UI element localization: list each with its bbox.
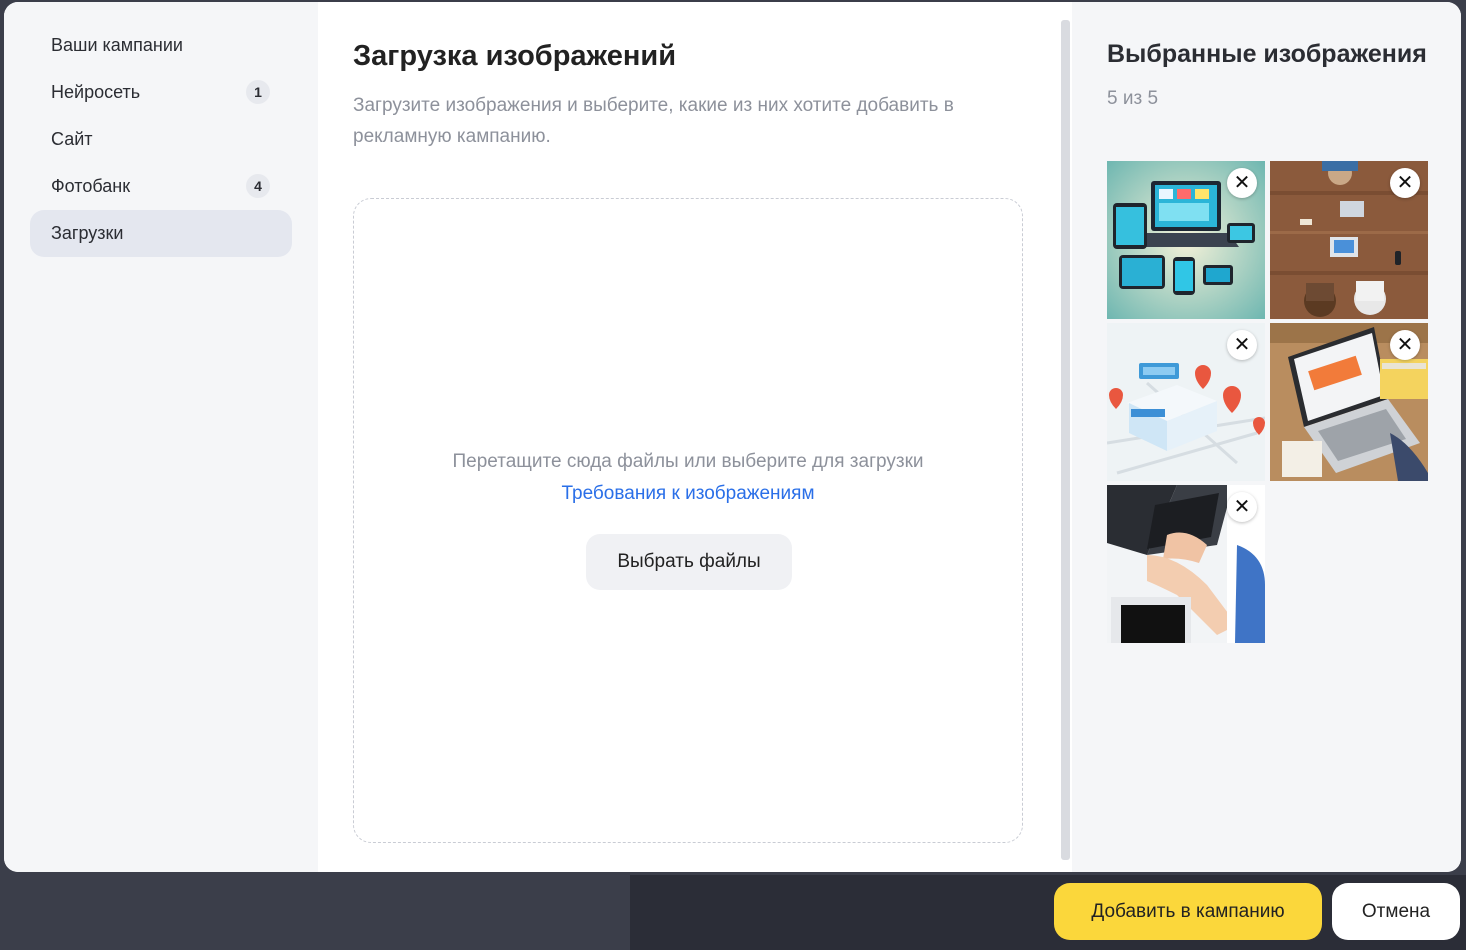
sidebar-item-label: Нейросеть bbox=[51, 82, 141, 102]
sidebar-item-campaigns[interactable]: Ваши кампании bbox=[30, 22, 292, 69]
requirements-link[interactable]: Требования к изображениям bbox=[354, 483, 1022, 505]
sidebar-item-neural[interactable]: Нейросеть 1 bbox=[30, 69, 292, 116]
sidebar-item-label: Сайт bbox=[51, 129, 93, 149]
close-icon: ✕ bbox=[1233, 172, 1251, 194]
sidebar-item-label: Загрузки bbox=[51, 223, 124, 243]
count-badge: 4 bbox=[246, 174, 270, 198]
remove-image-button[interactable]: ✕ bbox=[1227, 492, 1257, 522]
selected-images-panel: Выбранные изображения 5 из 5 ✕ ✕ ✕ ✕ ✕ bbox=[1072, 2, 1461, 872]
sidebar-item-photobank[interactable]: Фотобанк 4 bbox=[30, 163, 292, 210]
selected-image-devices[interactable]: ✕ bbox=[1107, 161, 1265, 319]
upload-panel: Загрузка изображений Загрузите изображен… bbox=[318, 2, 1070, 872]
dropzone-hint: Перетащите сюда файлы или выберите для з… bbox=[452, 451, 924, 472]
remove-image-button[interactable]: ✕ bbox=[1227, 168, 1257, 198]
close-icon: ✕ bbox=[1396, 334, 1414, 356]
sidebar-item-label: Ваши кампании bbox=[51, 35, 183, 55]
close-icon: ✕ bbox=[1233, 334, 1251, 356]
selected-image-store[interactable]: ✕ bbox=[1107, 323, 1265, 481]
file-dropzone[interactable]: Перетащите сюда файлы или выберите для з… bbox=[353, 198, 1023, 843]
remove-image-button[interactable]: ✕ bbox=[1227, 330, 1257, 360]
add-to-campaign-button[interactable]: Добавить в кампанию bbox=[1054, 883, 1322, 940]
cancel-button[interactable]: Отмена bbox=[1332, 883, 1460, 940]
selected-title: Выбранные изображения bbox=[1107, 40, 1427, 68]
page-title: Загрузка изображений bbox=[353, 40, 677, 72]
selected-image-office[interactable]: ✕ bbox=[1270, 161, 1428, 319]
scrollbar-thumb[interactable] bbox=[1061, 20, 1070, 860]
sidebar-item-label: Фотобанк bbox=[51, 176, 131, 196]
sidebar-item-uploads[interactable]: Загрузки bbox=[30, 210, 292, 257]
remove-image-button[interactable]: ✕ bbox=[1390, 330, 1420, 360]
choose-files-button[interactable]: Выбрать файлы bbox=[586, 534, 792, 590]
selected-image-typing[interactable]: ✕ bbox=[1107, 485, 1265, 643]
sidebar-item-site[interactable]: Сайт bbox=[30, 116, 292, 163]
page-subtitle: Загрузите изображения и выберите, какие … bbox=[353, 95, 954, 147]
selected-count: 5 из 5 bbox=[1107, 88, 1159, 109]
remove-image-button[interactable]: ✕ bbox=[1390, 168, 1420, 198]
close-icon: ✕ bbox=[1233, 496, 1251, 518]
selected-image-laptop[interactable]: ✕ bbox=[1270, 323, 1428, 481]
sidebar: Ваши кампании Нейросеть 1 Сайт Фотобанк … bbox=[4, 2, 318, 872]
scrollbar[interactable] bbox=[1059, 16, 1071, 866]
count-badge: 1 bbox=[246, 80, 270, 104]
close-icon: ✕ bbox=[1396, 172, 1414, 194]
image-picker-dialog: Ваши кампании Нейросеть 1 Сайт Фотобанк … bbox=[4, 2, 1461, 872]
